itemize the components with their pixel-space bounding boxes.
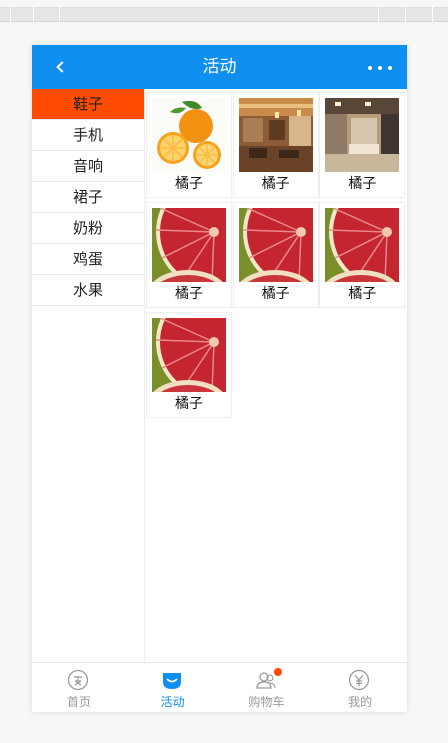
more-button[interactable]	[367, 57, 393, 77]
back-button[interactable]	[50, 55, 74, 79]
toolbar-divider	[10, 7, 11, 22]
product-name: 橘子	[175, 176, 203, 192]
tab-label: 我的	[348, 695, 373, 709]
product-card[interactable]: 橘子	[319, 92, 406, 198]
sidebar-item[interactable]: 音响	[32, 151, 144, 182]
bottom-tab-bar: 首页 活动 购物车 我的	[32, 662, 407, 712]
cart-badge-dot	[273, 668, 282, 676]
yen-icon	[349, 669, 370, 691]
toolbar-divider	[432, 7, 433, 22]
more-dots-icon	[368, 66, 372, 70]
category-sidebar: 鞋子 手机 音响 裙子 奶粉 鸡蛋 水果	[32, 89, 145, 662]
toolbar-divider	[405, 7, 406, 22]
product-card[interactable]: 橘子	[146, 202, 232, 308]
browser-toolbar-strip	[0, 0, 448, 24]
product-name: 橘子	[175, 396, 203, 412]
product-card[interactable]: 橘子	[146, 92, 232, 198]
toolbar-divider	[378, 7, 379, 22]
more-dots-icon	[378, 66, 382, 70]
product-name: 橘子	[261, 286, 290, 302]
product-image	[238, 208, 313, 282]
activity-smile-icon	[162, 673, 181, 689]
product-card[interactable]: 橘子	[146, 312, 232, 418]
product-image	[152, 318, 226, 392]
sidebar-item[interactable]: 水果	[32, 275, 144, 306]
sidebar-item[interactable]: 鸡蛋	[32, 244, 144, 275]
tab-label: 首页	[66, 695, 91, 709]
product-card[interactable]: 橘子	[319, 202, 406, 308]
tab-mine[interactable]: 我的	[313, 663, 407, 712]
sidebar-item[interactable]: 手机	[32, 120, 144, 151]
product-card[interactable]: 橘子	[232, 202, 319, 308]
page-title: 活动	[202, 57, 237, 77]
chevron-left-icon	[56, 61, 68, 73]
product-image	[325, 208, 400, 282]
product-grid: 橘子 橘子 橘子 橘子 橘子 橘子 橘子	[145, 89, 407, 662]
tab-home[interactable]: 首页	[32, 663, 126, 712]
sidebar-item[interactable]: 鞋子	[32, 89, 144, 120]
toolbar-divider	[33, 7, 34, 22]
product-image	[325, 98, 400, 172]
product-image	[152, 98, 226, 172]
tab-activity[interactable]: 活动	[126, 663, 220, 712]
toolbar-divider	[59, 7, 60, 22]
header-bar: 活动	[32, 45, 407, 89]
product-image	[238, 98, 313, 172]
product-card[interactable]: 橘子	[232, 92, 319, 198]
phone-frame: 活动 鞋子 手机 音响 裙子 奶粉 鸡蛋 水果 橘子 橘子 橘子 橘子 橘子 橘子 橘子 首页 活动	[32, 45, 407, 712]
home-coin-icon	[67, 669, 89, 691]
product-name: 橘子	[261, 176, 290, 192]
product-name: 橘子	[348, 176, 377, 192]
product-name: 橘子	[175, 286, 203, 302]
tab-label: 购物车	[248, 695, 285, 709]
toolbar-bar	[0, 7, 448, 22]
more-dots-icon	[388, 66, 392, 70]
tab-cart[interactable]: 购物车	[220, 663, 314, 712]
sidebar-item[interactable]: 奶粉	[32, 213, 144, 244]
sidebar-item[interactable]: 裙子	[32, 182, 144, 213]
product-image	[152, 208, 226, 282]
tab-label: 活动	[160, 695, 185, 709]
product-name: 橘子	[348, 286, 377, 302]
